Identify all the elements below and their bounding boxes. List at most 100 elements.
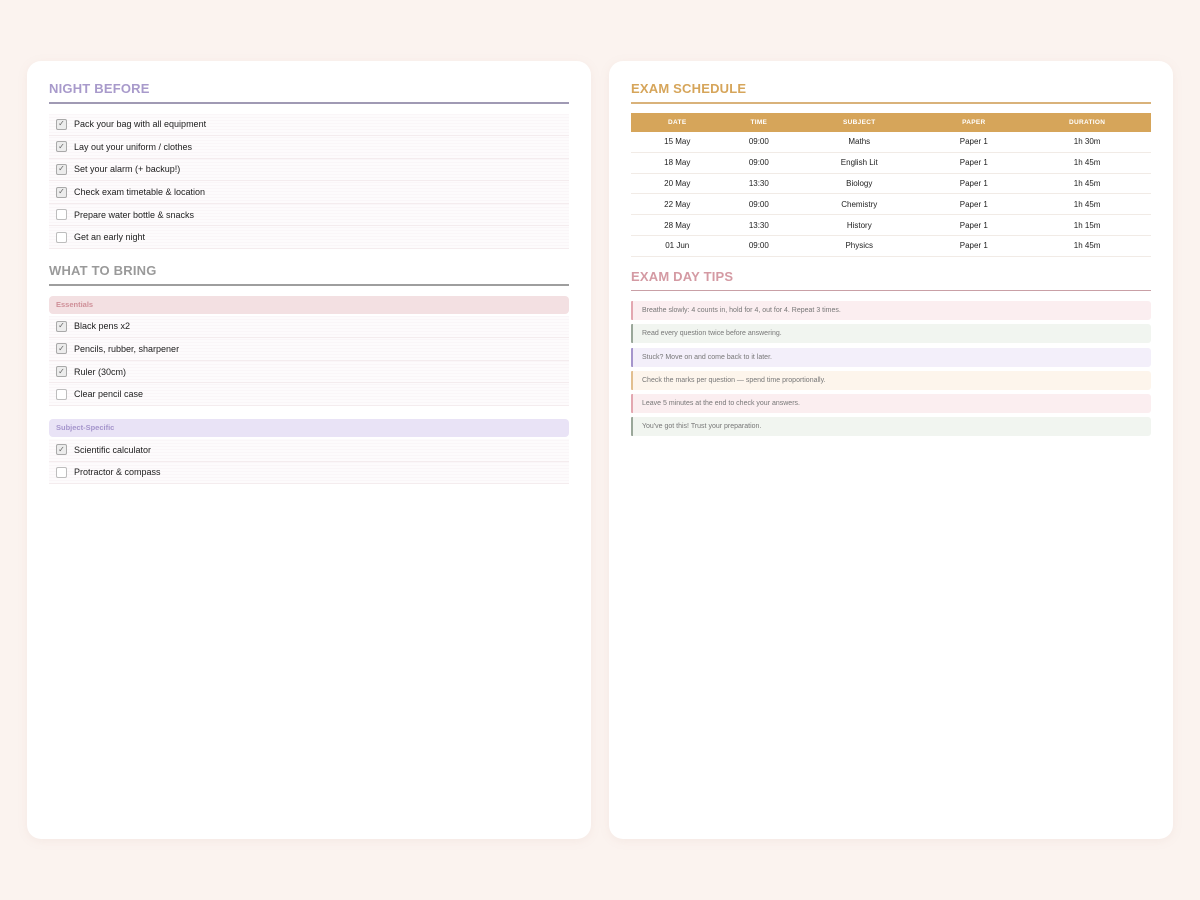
checkmark-icon: ✓ — [58, 366, 65, 376]
unchecked-checkbox[interactable] — [56, 231, 67, 243]
checked-checkbox[interactable]: ✓ — [56, 186, 67, 198]
table-row: 01 Jun 09:00 Physics Paper 1 1h 45m — [631, 235, 1151, 257]
table-cell: 09:00 — [723, 152, 795, 174]
table-cell: 28 May — [631, 214, 724, 236]
checklist-item[interactable]: ✓ Scientific calculator — [49, 438, 569, 462]
what-to-bring-title: WHAT TO BRING — [49, 263, 157, 279]
what-to-bring-rule — [49, 284, 569, 286]
checklist-item-label: Check exam timetable & location — [74, 187, 206, 198]
checklist-item-label: Ruler (30cm) — [74, 366, 127, 377]
checklist-item[interactable]: ✓ Black pens x2 — [49, 315, 569, 339]
checked-checkbox[interactable]: ✓ — [56, 320, 67, 332]
table-cell: 22 May — [631, 193, 724, 216]
table-cell: Paper 1 — [924, 173, 1024, 195]
table-row: 28 May 13:30 History Paper 1 1h 15m — [631, 214, 1151, 236]
table-cell: 13:30 — [723, 214, 795, 236]
table-cell: Physics — [794, 235, 925, 257]
checklist-item-label: Black pens x2 — [74, 321, 131, 332]
checklist-item[interactable]: ✓ Pack your bag with all equipment — [49, 113, 569, 137]
table-cell: English Lit — [794, 152, 925, 174]
checked-checkbox[interactable]: ✓ — [56, 141, 67, 153]
checklist-item[interactable]: ✓ Set your alarm (+ backup!) — [49, 158, 569, 182]
checked-checkbox[interactable]: ✓ — [56, 343, 67, 355]
table-cell: 20 May — [631, 173, 724, 195]
checklist-item[interactable]: ✓ Lay out your uniform / clothes — [49, 136, 569, 159]
table-cell: Paper 1 — [924, 131, 1024, 153]
exam-schedule-title: EXAM SCHEDULE — [631, 81, 747, 96]
exam-day-tips-title: EXAM DAY TIPS — [631, 268, 734, 284]
group-header: Essentials — [49, 295, 569, 314]
group-header: Subject-Specific — [49, 418, 569, 437]
night-before-title: NIGHT BEFORE — [49, 81, 150, 96]
checkmark-icon: ✓ — [58, 119, 65, 129]
checkmark-icon: ✓ — [58, 444, 65, 454]
checklist-item-label: Clear pencil case — [74, 389, 144, 400]
tips-list: Breathe slowly: 4 counts in, hold for 4,… — [631, 301, 1151, 437]
table-row: 20 May 13:30 Biology Paper 1 1h 45m — [631, 173, 1151, 195]
table-cell: 1h 45m — [1023, 193, 1151, 216]
table-row: 18 May 09:00 English Lit Paper 1 1h 45m — [631, 152, 1151, 174]
night-before-rule — [49, 102, 569, 104]
unchecked-checkbox[interactable] — [56, 388, 67, 400]
exam-schedule-rule — [631, 102, 1151, 104]
checklist-item[interactable]: Prepare water bottle & snacks — [49, 203, 569, 227]
checkmark-icon: ✓ — [58, 141, 65, 151]
tip-item: You've got this! Trust your preparation. — [631, 417, 1151, 437]
checklist-item-label: Prepare water bottle & snacks — [74, 209, 195, 220]
checked-checkbox[interactable]: ✓ — [56, 118, 67, 130]
table-cell: 13:30 — [723, 173, 795, 195]
checklist-item-label: Set your alarm (+ backup!) — [74, 164, 181, 175]
table-cell: 1h 45m — [1023, 173, 1151, 195]
checkmark-icon: ✓ — [58, 164, 65, 174]
table-cell: Paper 1 — [924, 193, 1024, 216]
column-header: DATE — [668, 118, 687, 126]
checkmark-icon: ✓ — [58, 343, 65, 353]
checklist-item[interactable]: ✓ Check exam timetable & location — [49, 181, 569, 204]
night-before-list: ✓ Pack your bag with all equipment ✓ Lay ou… — [49, 113, 569, 250]
schedule-body: 15 May 09:00 Maths Paper 1 1h 30m 18 May 09:00… — [631, 131, 1151, 257]
checklist-item[interactable]: Get an early night — [49, 226, 569, 250]
checklist-item[interactable]: ✓ Pencils, rubber, sharpener — [49, 338, 569, 361]
what-to-bring-list: Essentials ✓ Black pens x2 ✓ Pencils, rubber… — [49, 295, 569, 485]
column-header: TIME — [750, 118, 768, 126]
table-cell: 15 May — [631, 131, 724, 153]
exam-schedule-table: DATE TIME SUBJECT PAPER DURATION 15 May 09:00… — [631, 112, 1151, 257]
schedule-card: EXAM SCHEDULE DATE TIME SUBJECT PAPER DURATI… — [609, 61, 1173, 839]
checked-checkbox[interactable]: ✓ — [56, 163, 67, 175]
checked-checkbox[interactable]: ✓ — [56, 366, 67, 378]
table-cell: 1h 15m — [1023, 214, 1151, 236]
tip-item: Check the marks per question — spend tim… — [631, 370, 1151, 390]
checkmark-icon: ✓ — [58, 321, 65, 331]
unchecked-checkbox[interactable] — [56, 209, 67, 221]
exam-day-tips-rule — [631, 289, 1151, 292]
table-cell: 09:00 — [723, 235, 795, 257]
checklist-item-label: Get an early night — [74, 232, 146, 243]
schedule-header-row: DATE TIME SUBJECT PAPER DURATION — [631, 112, 1151, 132]
checklist-item-label: Protractor & compass — [74, 467, 161, 478]
unchecked-checkbox[interactable] — [56, 466, 67, 478]
column-header: PAPER — [962, 118, 986, 126]
checkmark-icon: ✓ — [58, 187, 65, 197]
tip-item: Leave 5 minutes at the end to check your… — [631, 394, 1151, 414]
table-cell: Paper 1 — [924, 214, 1024, 236]
table-cell: History — [794, 214, 925, 236]
checklist-item-label: Lay out your uniform / clothes — [74, 141, 193, 152]
table-cell: 01 Jun — [631, 235, 724, 257]
checklist-item[interactable]: ✓ Ruler (30cm) — [49, 360, 569, 384]
planner-page: NIGHT BEFORE ✓ Pack your bag with all equ… — [0, 0, 1200, 900]
table-cell: 1h 45m — [1023, 235, 1151, 257]
checklist-item-label: Pencils, rubber, sharpener — [74, 343, 180, 354]
checklist-item[interactable]: Clear pencil case — [49, 383, 569, 406]
table-cell: 09:00 — [723, 193, 795, 216]
column-header: DURATION — [1068, 118, 1106, 126]
table-cell: 09:00 — [723, 131, 795, 153]
table-cell: 1h 45m — [1023, 152, 1151, 174]
column-header: SUBJECT — [843, 118, 876, 126]
checklist-item-label: Scientific calculator — [74, 444, 152, 455]
checked-checkbox[interactable]: ✓ — [56, 444, 67, 456]
checklist-item[interactable]: Protractor & compass — [49, 461, 569, 485]
tip-item: Read every question twice before answeri… — [631, 324, 1151, 344]
table-row: 15 May 09:00 Maths Paper 1 1h 30m — [631, 131, 1151, 153]
table-cell: Biology — [794, 173, 925, 195]
table-cell: Chemistry — [794, 193, 925, 216]
